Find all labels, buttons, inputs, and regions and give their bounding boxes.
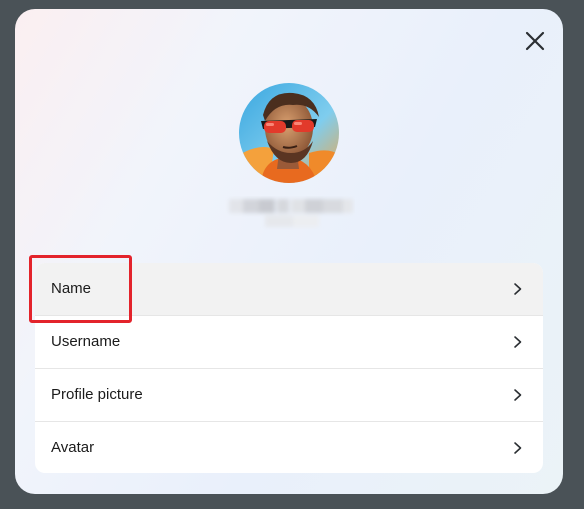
profile-settings-dialog: Name Username Profile picture Avatar	[15, 9, 563, 494]
chevron-right-icon	[514, 442, 522, 454]
chevron-right-icon	[514, 389, 522, 401]
close-button[interactable]	[521, 27, 549, 55]
close-icon	[525, 31, 545, 51]
profile-settings-list: Name Username Profile picture Avatar	[35, 263, 543, 473]
settings-item-label: Avatar	[51, 439, 95, 456]
chevron-right-icon	[514, 283, 522, 295]
settings-item-label: Profile picture	[51, 386, 143, 403]
settings-item-avatar[interactable]: Avatar	[35, 422, 543, 473]
profile-display-name-redacted	[225, 195, 355, 235]
settings-item-label: Name	[51, 280, 92, 297]
settings-item-label: Username	[51, 333, 121, 350]
chevron-right-icon	[514, 336, 522, 348]
settings-item-profile-picture[interactable]: Profile picture	[35, 369, 543, 422]
profile-avatar[interactable]	[239, 83, 339, 183]
settings-item-name[interactable]: Name	[35, 263, 543, 316]
settings-item-username[interactable]: Username	[35, 316, 543, 369]
